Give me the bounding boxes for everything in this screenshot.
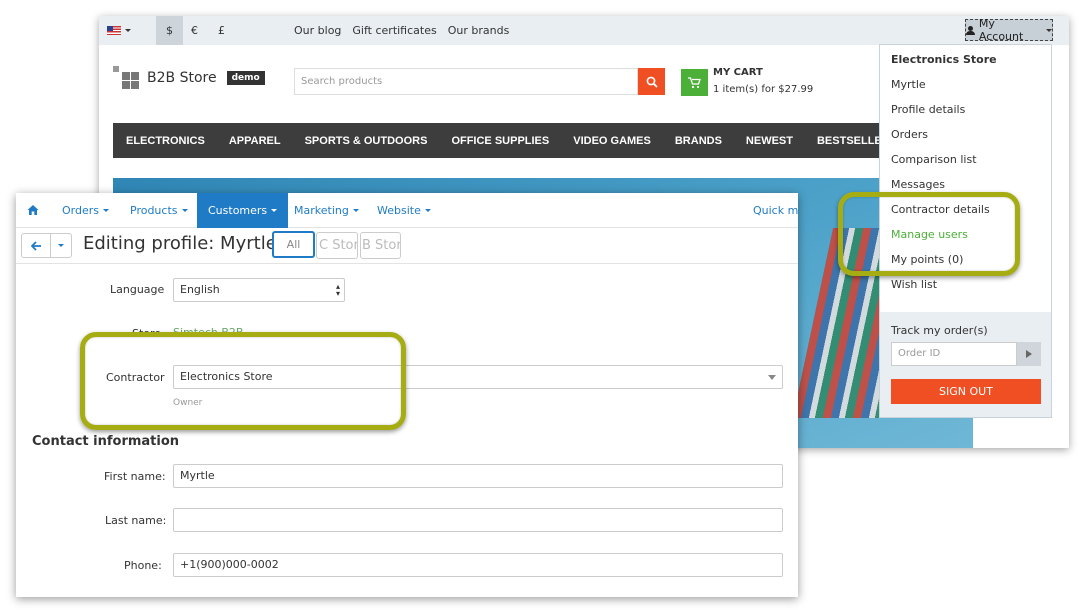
- back-dropdown-button[interactable]: [50, 233, 72, 258]
- nav-orders-label: Orders: [62, 204, 99, 217]
- currency-gbp[interactable]: £: [208, 16, 235, 45]
- dropdown-company: Electronics Store: [891, 53, 997, 66]
- nav-products-label: Products: [130, 204, 178, 217]
- chevron-down-icon: [271, 209, 278, 212]
- play-icon: [1026, 350, 1032, 358]
- cart-summary[interactable]: 1 item(s) for $27.99: [713, 84, 813, 95]
- contact-info-heading: Contact information: [32, 434, 180, 449]
- store-topbar: $ € £ Our blog Gift certificates Our bra…: [99, 16, 1069, 45]
- category-electronics[interactable]: ELECTRONICS: [126, 135, 205, 147]
- my-account-button[interactable]: My Account: [965, 17, 1053, 43]
- chevron-down-icon: [1046, 28, 1052, 32]
- language-label: Language: [110, 283, 165, 296]
- nav-website-label: Website: [377, 204, 421, 217]
- chevron-down-icon: [352, 209, 359, 212]
- currency-usd[interactable]: $: [156, 16, 183, 45]
- last-name-field[interactable]: [173, 508, 783, 532]
- language-selector[interactable]: [107, 16, 131, 45]
- store-tab-b[interactable]: B Store: [360, 232, 401, 259]
- category-sports-outdoors[interactable]: SPORTS & OUTDOORS: [305, 135, 428, 147]
- back-button[interactable]: [21, 233, 51, 258]
- dropdown-item-messages[interactable]: Messages: [891, 178, 945, 191]
- last-name-label: Last name:: [105, 514, 167, 527]
- track-order-section: Track my order(s) Order ID SIGN OUT: [880, 312, 1051, 417]
- phone-field[interactable]: +1(900)000-0002: [173, 553, 783, 577]
- category-newest[interactable]: NEWEST: [746, 135, 793, 147]
- nav-customers-label: Customers: [208, 204, 268, 217]
- admin-window: Orders Products Customers Marketing Webs…: [16, 193, 798, 597]
- store-label: Store: [132, 327, 162, 340]
- nav-products[interactable]: Products: [130, 193, 188, 228]
- track-order-button[interactable]: [1017, 342, 1041, 366]
- dropdown-item-name[interactable]: Myrtle: [891, 78, 926, 91]
- nav-marketing[interactable]: Marketing: [294, 193, 359, 228]
- dropdown-item-comparison[interactable]: Comparison list: [891, 153, 977, 166]
- store-logo[interactable]: B2B Store demo: [113, 66, 265, 90]
- home-icon[interactable]: [27, 204, 39, 216]
- cart-title[interactable]: MY CART: [713, 67, 763, 78]
- contractor-hint: Owner: [173, 398, 203, 408]
- category-office-supplies[interactable]: OFFICE SUPPLIES: [451, 135, 549, 147]
- store-tab-c[interactable]: C Store: [316, 232, 358, 259]
- search-icon: [646, 76, 658, 88]
- chevron-down-icon: [768, 375, 776, 380]
- phone-label: Phone:: [124, 559, 162, 572]
- dropdown-item-contractor[interactable]: Contractor details: [891, 203, 990, 216]
- my-account-label: My Account: [978, 17, 1024, 43]
- chevron-down-icon: [181, 209, 188, 212]
- arrow-left-icon: [30, 240, 41, 251]
- category-nav: ELECTRONICS APPAREL SPORTS & OUTDOORS OF…: [113, 123, 963, 158]
- link-brands[interactable]: Our brands: [448, 24, 510, 37]
- link-blog[interactable]: Our blog: [294, 24, 341, 37]
- title-bar: Editing profile: Myrtle All C Store B St…: [16, 228, 798, 264]
- store-tab-all[interactable]: All: [272, 231, 315, 258]
- chevron-down-icon: [103, 209, 109, 212]
- nav-website[interactable]: Website: [377, 193, 431, 228]
- quick-menu-link[interactable]: Quick me: [753, 193, 798, 228]
- admin-nav: Orders Products Customers Marketing Webs…: [16, 193, 798, 228]
- search-button[interactable]: [638, 68, 665, 95]
- currency-eur[interactable]: €: [181, 16, 208, 45]
- chevron-down-icon: [424, 209, 431, 212]
- language-value: English: [180, 283, 220, 296]
- store-value[interactable]: Simtech B2B: [173, 326, 243, 339]
- nav-customers[interactable]: Customers: [197, 193, 289, 228]
- contractor-value: Electronics Store: [180, 370, 273, 383]
- logo-badge: demo: [226, 71, 265, 85]
- account-dropdown: Electronics Store Myrtle Profile details…: [879, 44, 1052, 418]
- chevron-down-icon: [58, 244, 64, 247]
- contractor-select[interactable]: Electronics Store: [173, 365, 783, 389]
- dropdown-item-manage-users[interactable]: Manage users: [891, 228, 968, 241]
- category-apparel[interactable]: APPAREL: [229, 135, 281, 147]
- link-gift-certificates[interactable]: Gift certificates: [352, 24, 436, 37]
- dropdown-item-profile[interactable]: Profile details: [891, 103, 965, 116]
- page-title: Editing profile: Myrtle: [83, 233, 277, 254]
- select-arrows-icon: ▴ ▾: [335, 282, 340, 298]
- sign-out-button[interactable]: SIGN OUT: [891, 379, 1041, 404]
- dropdown-item-wishlist[interactable]: Wish list: [891, 278, 937, 291]
- logo-icon: [113, 66, 141, 90]
- logo-name: B2B Store: [147, 70, 217, 86]
- user-icon: [966, 25, 975, 35]
- nav-marketing-label: Marketing: [294, 204, 349, 217]
- category-video-games[interactable]: VIDEO GAMES: [573, 135, 651, 147]
- nav-orders[interactable]: Orders: [62, 193, 109, 228]
- order-id-input[interactable]: Order ID: [891, 342, 1017, 366]
- category-brands[interactable]: BRANDS: [675, 135, 722, 147]
- contractor-label: Contractor: [106, 371, 165, 384]
- dropdown-item-points[interactable]: My points (0): [891, 253, 963, 266]
- first-name-field[interactable]: Myrtle: [173, 464, 783, 488]
- dropdown-item-orders[interactable]: Orders: [891, 128, 928, 141]
- chevron-down-icon: [125, 29, 131, 32]
- search-input[interactable]: Search products: [294, 68, 638, 95]
- track-order-label: Track my order(s): [891, 324, 988, 337]
- first-name-label: First name:: [104, 470, 166, 483]
- language-select[interactable]: English ▴ ▾: [173, 278, 345, 302]
- us-flag-icon: [107, 26, 121, 35]
- cart-icon[interactable]: [681, 69, 708, 96]
